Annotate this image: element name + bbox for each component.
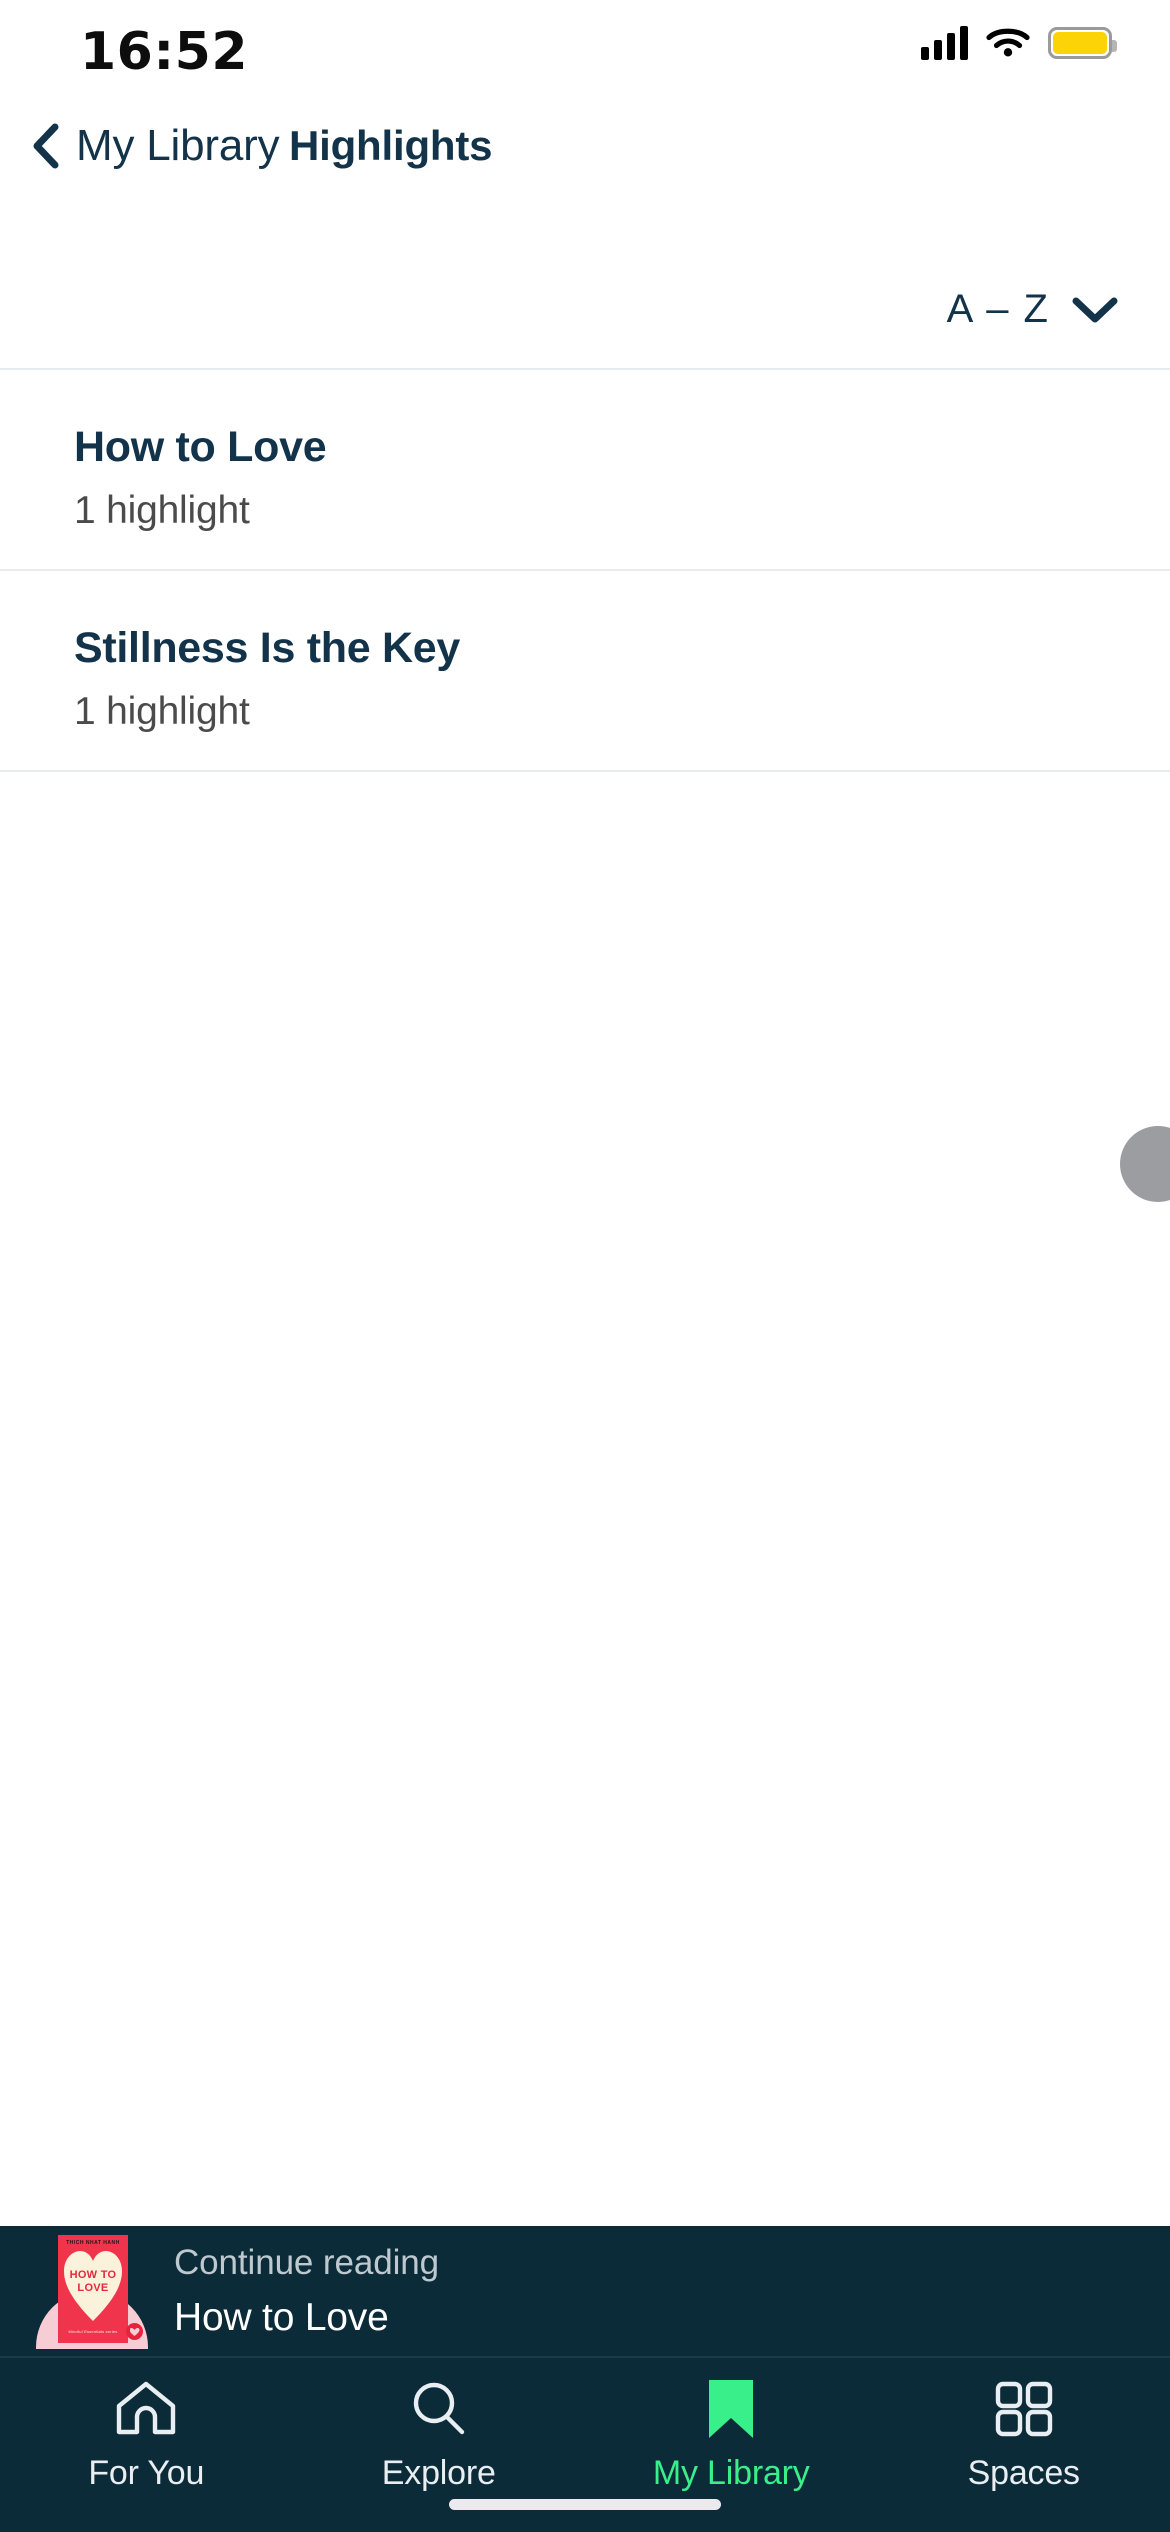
home-icon bbox=[115, 2378, 177, 2440]
wifi-icon bbox=[986, 26, 1030, 60]
tab-for-you[interactable]: For You bbox=[0, 2378, 293, 2532]
cover-author-name: THICH NHAT HANH bbox=[66, 2240, 120, 2246]
status-bar-clock: 16:52 bbox=[80, 22, 249, 82]
highlights-list: How to Love 1 highlight Stillness Is the… bbox=[0, 368, 1170, 2226]
tab-label: Explore bbox=[381, 2454, 496, 2492]
status-bar: 16:52 bbox=[0, 0, 1170, 96]
battery-icon bbox=[1048, 27, 1117, 59]
tab-label: My Library bbox=[652, 2454, 810, 2492]
back-button-label: My Library bbox=[76, 121, 280, 170]
list-item[interactable]: Stillness Is the Key 1 highlight bbox=[0, 571, 1170, 772]
back-button[interactable]: My Library bbox=[28, 121, 280, 171]
app-screen: 16:52 My Library Highlights A – Z How to… bbox=[0, 0, 1170, 2532]
continue-reading-title: How to Love bbox=[174, 2295, 389, 2339]
chevron-down-icon bbox=[1072, 296, 1118, 324]
sort-order-button[interactable]: A – Z bbox=[947, 287, 1118, 332]
list-item-title: Stillness Is the Key bbox=[74, 624, 460, 672]
sort-order-label: A – Z bbox=[946, 287, 1050, 331]
bookmark-icon bbox=[705, 2378, 757, 2440]
book-cover-thumbnail: THICH NHAT HANH HOW TO LOVE Mindful Esse… bbox=[36, 2233, 148, 2349]
cover-title-line-2: LOVE bbox=[77, 2281, 109, 2294]
grid-icon bbox=[994, 2378, 1054, 2440]
continue-reading-bar[interactable]: THICH NHAT HANH HOW TO LOVE Mindful Esse… bbox=[0, 2226, 1170, 2356]
list-item-title: How to Love bbox=[74, 423, 327, 471]
scroll-indicator[interactable] bbox=[1120, 1126, 1170, 1202]
navigation-bar: My Library Highlights bbox=[0, 96, 1170, 196]
page-title: Highlights bbox=[289, 122, 493, 169]
cover-subtitle: Mindful Essentials series bbox=[68, 2329, 118, 2335]
battery-fill bbox=[1053, 32, 1107, 54]
cellular-signal-icon bbox=[921, 26, 968, 60]
cover-title-line-1: HOW TO bbox=[69, 2269, 117, 2281]
book-cover-art: THICH NHAT HANH HOW TO LOVE Mindful Esse… bbox=[58, 2235, 128, 2343]
list-item-subtitle: 1 highlight bbox=[74, 690, 250, 734]
list-item-subtitle: 1 highlight bbox=[74, 489, 250, 533]
sort-row: A – Z bbox=[0, 196, 1170, 368]
continue-reading-label: Continue reading bbox=[174, 2242, 439, 2282]
tab-spaces[interactable]: Spaces bbox=[878, 2378, 1170, 2532]
list-item[interactable]: How to Love 1 highlight bbox=[0, 370, 1170, 571]
search-icon bbox=[409, 2378, 469, 2440]
continue-reading-text: Continue reading How to Love bbox=[174, 2243, 439, 2340]
tab-label: Spaces bbox=[967, 2454, 1080, 2492]
status-bar-indicators bbox=[921, 26, 1117, 60]
home-indicator[interactable] bbox=[449, 2499, 721, 2510]
tab-label: For You bbox=[88, 2454, 205, 2492]
cover-title: HOW TO LOVE bbox=[58, 2269, 128, 2294]
heart-badge-icon bbox=[126, 2323, 143, 2340]
chevron-left-icon bbox=[28, 123, 62, 169]
